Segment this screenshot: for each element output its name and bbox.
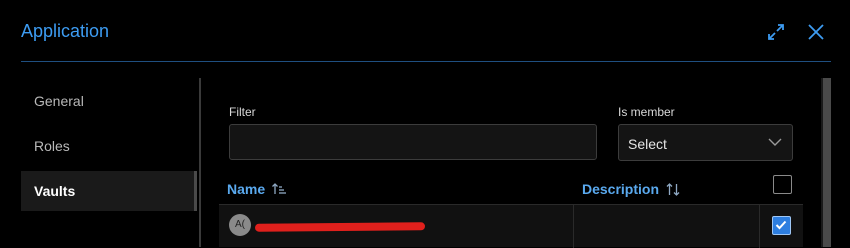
chevron-down-icon	[768, 138, 782, 146]
header-divider	[21, 61, 831, 62]
row-checkbox[interactable]	[772, 216, 791, 235]
sidebar-item-roles[interactable]: Roles	[21, 126, 197, 166]
column-header-description[interactable]: Description	[582, 181, 681, 197]
sidebar: General Roles Vaults	[21, 78, 201, 247]
dialog-header-actions	[766, 22, 826, 42]
is-member-value: Select	[628, 136, 667, 152]
sidebar-item-general[interactable]: General	[21, 81, 197, 121]
close-icon[interactable]	[806, 22, 826, 42]
column-header-label: Description	[582, 181, 660, 197]
filter-label: Filter	[229, 105, 256, 119]
application-dialog: Application General Roles Vaults Filter …	[0, 0, 850, 248]
checkmark-icon	[775, 220, 787, 230]
sidebar-item-label: Vaults	[34, 183, 76, 199]
sort-icon	[666, 182, 680, 196]
scrollbar-thumb[interactable]	[823, 78, 831, 247]
sort-ascending-icon	[272, 183, 287, 194]
column-header-label: Name	[227, 181, 266, 197]
sidebar-item-vaults[interactable]: Vaults	[21, 171, 197, 211]
vaults-panel: Filter Is member Select Name Description	[201, 78, 821, 248]
redaction-mark	[254, 222, 426, 232]
column-header-name[interactable]: Name	[227, 181, 287, 197]
sidebar-item-label: General	[34, 93, 84, 109]
avatar: A(	[229, 214, 251, 236]
expand-icon[interactable]	[766, 22, 786, 42]
table-row[interactable]: A(	[219, 204, 803, 248]
filter-input[interactable]	[229, 124, 597, 160]
is-member-select[interactable]: Select	[618, 124, 793, 161]
dialog-title: Application	[21, 21, 110, 41]
cell-divider	[573, 205, 574, 248]
cell-divider	[759, 205, 760, 248]
is-member-label: Is member	[618, 105, 675, 119]
sidebar-item-label: Roles	[34, 138, 70, 154]
select-all-checkbox[interactable]	[773, 175, 792, 194]
